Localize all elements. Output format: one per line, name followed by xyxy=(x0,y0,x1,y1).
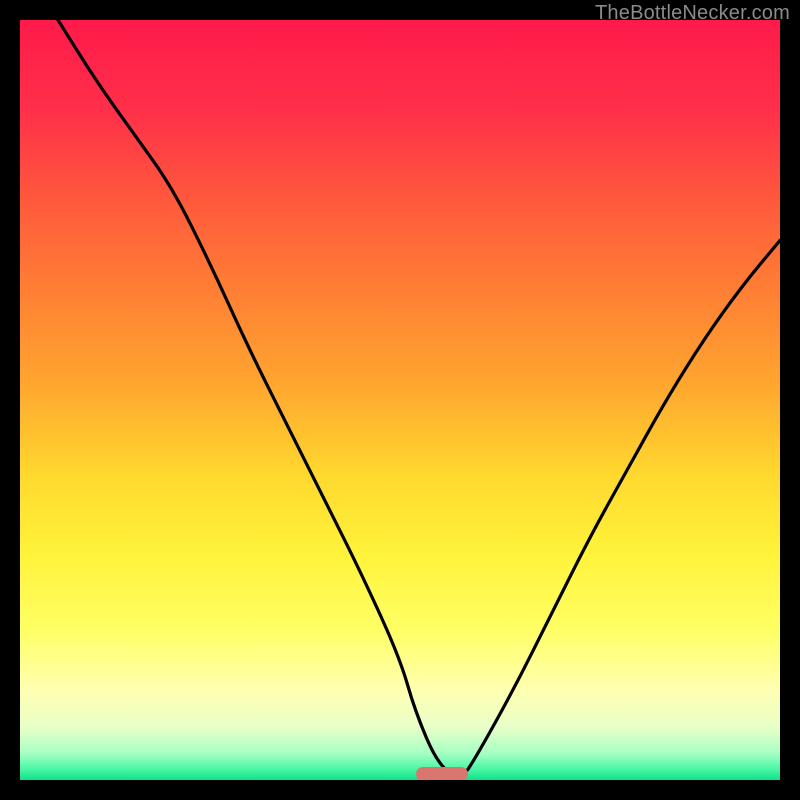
optimal-marker xyxy=(416,767,468,780)
bottleneck-curve xyxy=(20,20,780,780)
plot-area xyxy=(20,20,780,780)
watermark-text: TheBottleNecker.com xyxy=(595,2,790,25)
chart-frame: TheBottleNecker.com xyxy=(0,0,800,800)
